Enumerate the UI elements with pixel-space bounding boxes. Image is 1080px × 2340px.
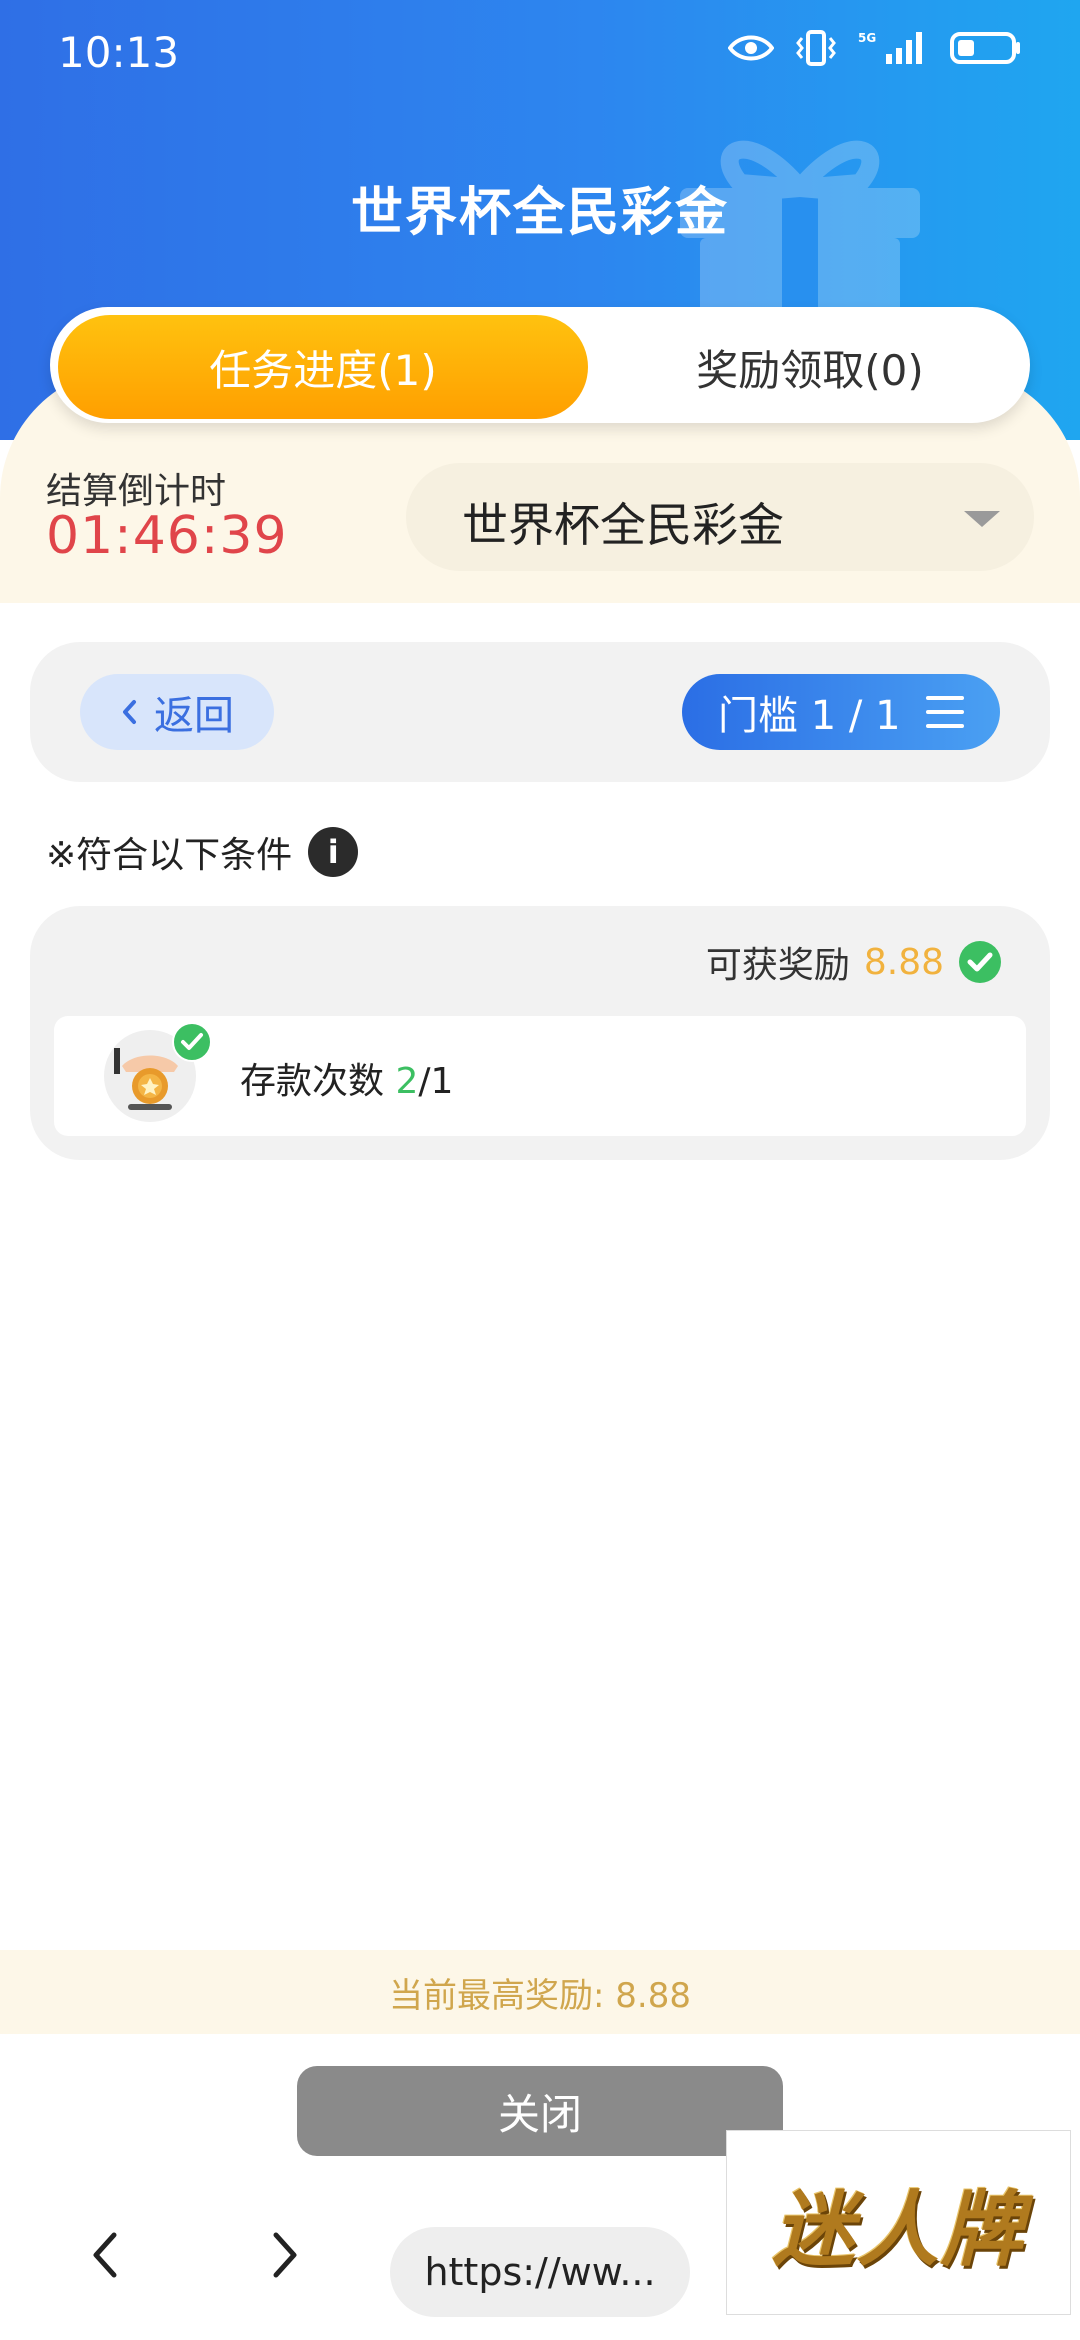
check-circle-icon [959, 941, 1001, 983]
caret-down-icon [964, 511, 1000, 527]
conditions-label: ※符合以下条件 [46, 835, 293, 876]
threshold-button[interactable]: 门槛 1 / 1 [682, 674, 1000, 750]
svg-text:5G: 5G [858, 31, 876, 45]
conditions-heading: ※符合以下条件 i [46, 826, 359, 878]
task-row: 存款次数 2/1 [54, 1016, 1026, 1136]
task-progress-current: 2 [395, 1061, 419, 1102]
vibrate-icon [796, 30, 836, 66]
close-button[interactable]: 关闭 [297, 2066, 783, 2156]
status-time: 10:13 [58, 28, 180, 77]
countdown-timer: 01:46:39 [46, 506, 288, 566]
event-select-value: 世界杯全民彩金 [462, 498, 784, 552]
battery-icon [950, 32, 1020, 64]
threshold-label: 门槛 1 / 1 [718, 693, 901, 739]
task-label: 存款次数 2/1 [240, 1052, 453, 1104]
task-name: 存款次数 [240, 1061, 385, 1102]
info-icon[interactable]: i [308, 827, 359, 877]
event-select[interactable]: 世界杯全民彩金 [406, 463, 1034, 571]
eye-icon [728, 35, 774, 61]
browser-forward-icon[interactable] [254, 2225, 314, 2285]
url-bar[interactable]: https://ww... [390, 2227, 690, 2317]
reward-summary: 可获奖励 8.88 [706, 936, 1002, 988]
back-button[interactable]: 返回 [80, 674, 274, 750]
max-reward-banner: 当前最高奖励: 8.88 [0, 1950, 1080, 2034]
page: 10:13 5G 世界杯全民彩金 任务进度(1) 奖励领取(0) 结算倒计时 0… [0, 0, 1080, 2340]
brand-logo-text: 迷人牌 [772, 2182, 1025, 2278]
threshold-nav: 返回 门槛 1 / 1 [30, 642, 1050, 782]
chevron-left-icon [123, 700, 136, 724]
reward-card: 可获奖励 8.88 存款次数 2/1 [30, 906, 1050, 1160]
back-button-label: 返回 [154, 693, 234, 739]
status-bar: 10:13 5G [0, 0, 1080, 105]
page-title: 世界杯全民彩金 [350, 183, 729, 243]
status-icons: 5G [728, 30, 1022, 66]
signal-icon: 5G [858, 31, 922, 64]
task-progress-total: /1 [418, 1061, 454, 1102]
task-complete-check-icon [172, 1022, 212, 1062]
tab-reward-claim[interactable]: 奖励领取(0) [595, 315, 1025, 419]
reward-label: 可获奖励 [705, 945, 850, 986]
tab-bar: 任务进度(1) 奖励领取(0) [50, 307, 1030, 423]
brand-logo: 迷人牌 [726, 2130, 1071, 2315]
reward-value: 8.88 [863, 941, 944, 983]
menu-icon [926, 696, 964, 728]
tab-task-progress[interactable]: 任务进度(1) [58, 315, 588, 419]
browser-back-icon[interactable] [76, 2225, 136, 2285]
